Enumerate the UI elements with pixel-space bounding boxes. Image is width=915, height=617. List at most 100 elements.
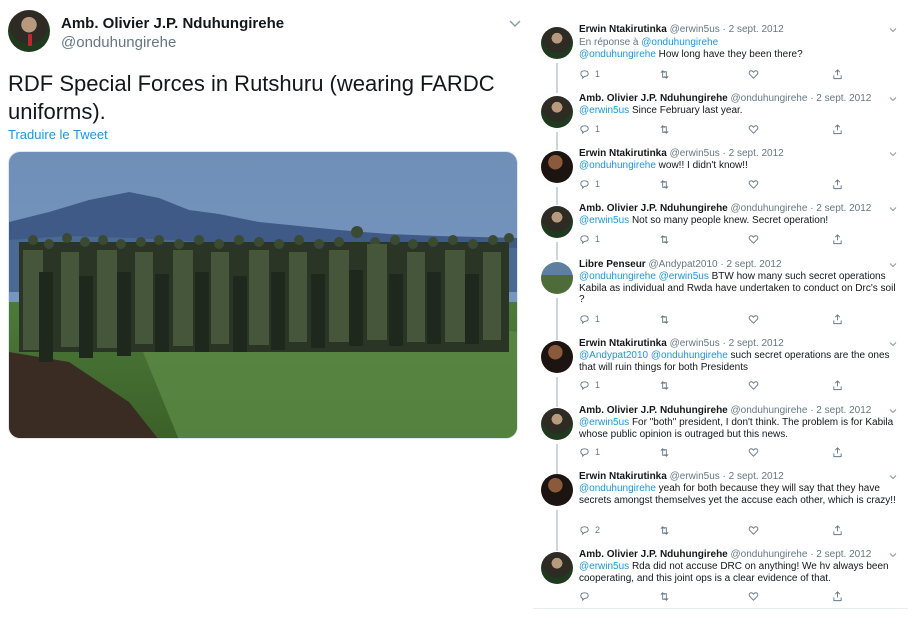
retweet-button[interactable] bbox=[659, 178, 670, 190]
reply-tweet[interactable]: Amb. Olivier J.P. Nduhungirehe @onduhung… bbox=[533, 404, 908, 474]
reply-count: 1 bbox=[595, 179, 601, 189]
reply-author-name[interactable]: Erwin Ntakirutinka bbox=[579, 338, 667, 349]
share-button[interactable] bbox=[832, 590, 843, 602]
mention-link[interactable]: @onduhungirehe bbox=[579, 483, 656, 494]
reply-tweet[interactable]: Erwin Ntakirutinka @erwin5us · 2 sept. 2… bbox=[533, 337, 908, 407]
retweet-button[interactable] bbox=[659, 524, 670, 536]
like-button[interactable] bbox=[748, 590, 759, 602]
retweet-button[interactable] bbox=[659, 68, 670, 80]
reply-author-name[interactable]: Amb. Olivier J.P. Nduhungirehe bbox=[579, 203, 728, 214]
retweet-button[interactable] bbox=[659, 446, 670, 458]
reply-author-name[interactable]: Erwin Ntakirutinka bbox=[579, 24, 667, 35]
like-button[interactable] bbox=[748, 446, 759, 458]
reply-tweet[interactable]: Amb. Olivier J.P. Nduhungirehe @onduhung… bbox=[533, 548, 908, 608]
retweet-button[interactable] bbox=[659, 313, 670, 325]
heart-icon bbox=[748, 447, 759, 457]
reply-tweet[interactable]: Erwin Ntakirutinka @erwin5us · 2 sept. 2… bbox=[533, 147, 908, 205]
avatar-olivier[interactable] bbox=[541, 552, 573, 584]
reply-button[interactable]: 1 bbox=[579, 233, 600, 245]
chevron-down-icon[interactable] bbox=[507, 15, 523, 31]
chevron-down-icon[interactable] bbox=[888, 149, 898, 159]
thread-connector bbox=[556, 63, 558, 93]
chevron-down-icon[interactable] bbox=[888, 25, 898, 35]
chevron-down-icon[interactable] bbox=[888, 472, 898, 482]
like-button[interactable] bbox=[748, 233, 759, 245]
translate-tweet-link[interactable]: Traduire le Tweet bbox=[8, 127, 108, 142]
mention-link[interactable]: @onduhungirehe @erwin5us bbox=[579, 271, 709, 282]
mention-link[interactable]: @erwin5us bbox=[579, 105, 629, 116]
reply-author-name[interactable]: Amb. Olivier J.P. Nduhungirehe bbox=[579, 93, 728, 104]
reply-tweet[interactable]: Erwin Ntakirutinka @erwin5us · 2 sept. 2… bbox=[533, 470, 908, 551]
mention-link[interactable]: @Andypat2010 @onduhungirehe bbox=[579, 350, 728, 361]
share-button[interactable] bbox=[832, 178, 843, 190]
author-avatar[interactable] bbox=[8, 10, 50, 52]
reply-button[interactable]: 1 bbox=[579, 313, 600, 325]
reply-tweet[interactable]: Amb. Olivier J.P. Nduhungirehe @onduhung… bbox=[533, 92, 908, 150]
chevron-down-icon[interactable] bbox=[888, 94, 898, 104]
reply-author-name[interactable]: Libre Penseur bbox=[579, 259, 646, 270]
avatar-erwin[interactable] bbox=[541, 151, 573, 183]
avatar-erwin[interactable] bbox=[541, 474, 573, 506]
reply-text-content: wow!! I didn't know!! bbox=[655, 160, 748, 171]
avatar-libre-penseur[interactable] bbox=[541, 262, 573, 294]
retweet-button[interactable] bbox=[659, 123, 670, 135]
like-button[interactable] bbox=[748, 178, 759, 190]
share-button[interactable] bbox=[832, 68, 843, 80]
reply-button[interactable]: 1 bbox=[579, 379, 600, 391]
author-handle[interactable]: @onduhungirehe bbox=[61, 34, 176, 51]
reply-button[interactable]: 1 bbox=[579, 123, 600, 135]
share-button[interactable] bbox=[832, 313, 843, 325]
avatar-olivier[interactable] bbox=[541, 408, 573, 440]
share-button[interactable] bbox=[832, 379, 843, 391]
mention-link[interactable]: @erwin5us bbox=[579, 561, 629, 572]
reply-count: 1 bbox=[595, 234, 601, 244]
reply-tweet[interactable]: Amb. Olivier J.P. Nduhungirehe @onduhung… bbox=[533, 202, 908, 260]
heart-icon bbox=[748, 179, 759, 189]
tweet-photo[interactable] bbox=[8, 151, 518, 439]
share-button[interactable] bbox=[832, 233, 843, 245]
chevron-down-icon[interactable] bbox=[888, 406, 898, 416]
avatar-olivier[interactable] bbox=[541, 96, 573, 128]
reply-button[interactable]: 2 bbox=[579, 524, 600, 536]
reply-tweet[interactable]: Erwin Ntakirutinka @erwin5us · 2 sept. 2… bbox=[533, 23, 908, 93]
mention-link[interactable]: @onduhungirehe bbox=[579, 160, 656, 171]
like-button[interactable] bbox=[748, 524, 759, 536]
reply-button[interactable]: 1 bbox=[579, 68, 600, 80]
reply-author-name[interactable]: Erwin Ntakirutinka bbox=[579, 148, 667, 159]
avatar-erwin[interactable] bbox=[541, 341, 573, 373]
mention-link[interactable]: @onduhungirehe bbox=[579, 49, 656, 60]
mention-link[interactable]: @erwin5us bbox=[579, 417, 629, 428]
mention-link[interactable]: @erwin5us bbox=[579, 215, 629, 226]
reply-button[interactable]: 1 bbox=[579, 446, 600, 458]
chevron-down-icon[interactable] bbox=[888, 260, 898, 270]
reply-author-name[interactable]: Amb. Olivier J.P. Nduhungirehe bbox=[579, 405, 728, 416]
author-name[interactable]: Amb. Olivier J.P. Nduhungirehe bbox=[61, 15, 284, 32]
chevron-down-icon[interactable] bbox=[888, 550, 898, 560]
like-button[interactable] bbox=[748, 313, 759, 325]
share-button[interactable] bbox=[832, 123, 843, 135]
retweet-button[interactable] bbox=[659, 379, 670, 391]
chevron-down-icon[interactable] bbox=[888, 339, 898, 349]
retweet-button[interactable] bbox=[659, 590, 670, 602]
chevron-down-icon[interactable] bbox=[888, 204, 898, 214]
reply-tweet[interactable]: Libre Penseur @Andypat2010 · 2 sept. 201… bbox=[533, 258, 908, 340]
share-button[interactable] bbox=[832, 524, 843, 536]
reply-header: Amb. Olivier J.P. Nduhungirehe @onduhung… bbox=[579, 404, 871, 417]
share-button[interactable] bbox=[832, 446, 843, 458]
like-button[interactable] bbox=[748, 68, 759, 80]
tweet-text: RDF Special Forces in Rutshuru (wearing … bbox=[8, 71, 495, 124]
reply-button[interactable] bbox=[579, 590, 595, 602]
mention-link[interactable]: @onduhungirehe bbox=[641, 37, 718, 48]
reply-header: Erwin Ntakirutinka @erwin5us · 2 sept. 2… bbox=[579, 23, 784, 36]
retweet-button[interactable] bbox=[659, 233, 670, 245]
like-button[interactable] bbox=[748, 379, 759, 391]
retweet-icon bbox=[660, 525, 669, 535]
reply-button[interactable]: 1 bbox=[579, 178, 600, 190]
avatar-erwin[interactable] bbox=[541, 27, 573, 59]
avatar-olivier[interactable] bbox=[541, 206, 573, 238]
reply-text-content: Not so many people knew. Secret operatio… bbox=[629, 215, 829, 226]
like-button[interactable] bbox=[748, 123, 759, 135]
reply-text: @onduhungirehe wow!! I didn't know!! bbox=[579, 160, 897, 172]
reply-author-name[interactable]: Amb. Olivier J.P. Nduhungirehe bbox=[579, 549, 728, 560]
reply-author-name[interactable]: Erwin Ntakirutinka bbox=[579, 471, 667, 482]
